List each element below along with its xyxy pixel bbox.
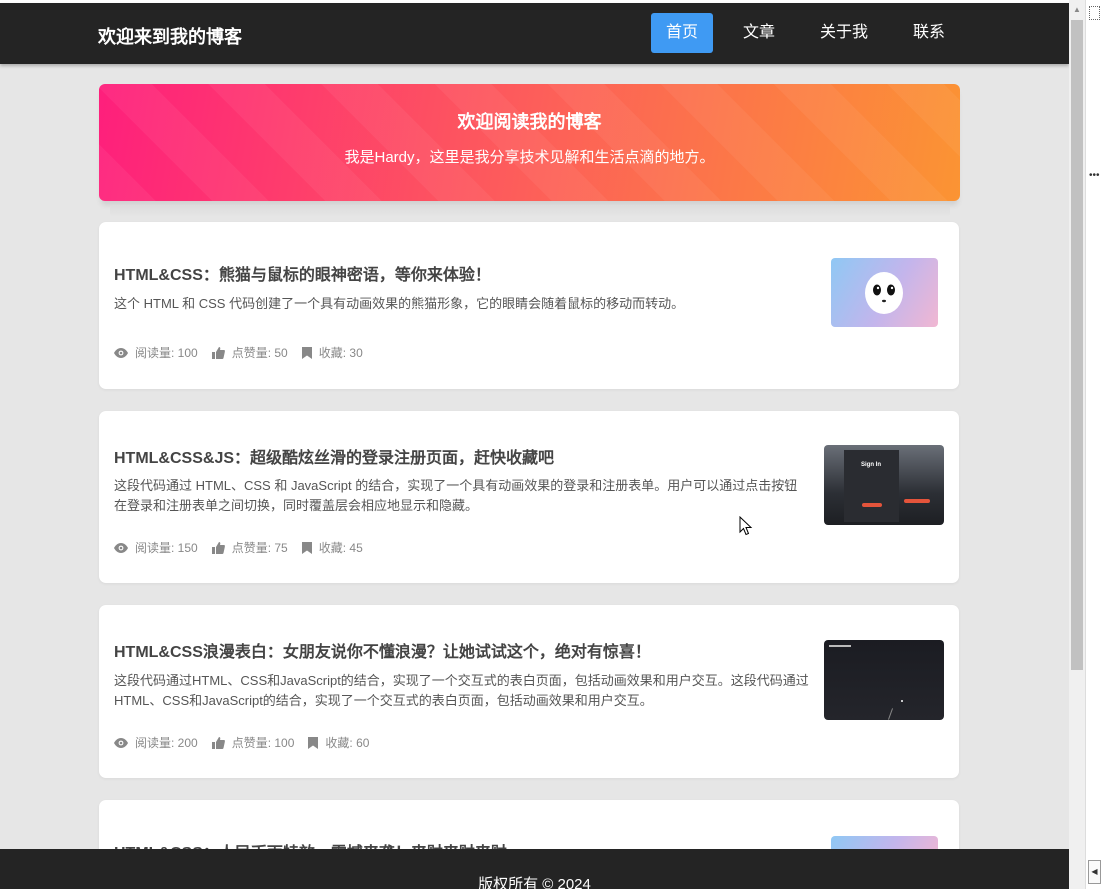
eye-icon — [114, 347, 128, 358]
copyright-text: 版权所有 © 2024 — [478, 876, 591, 889]
thumb-star — [901, 700, 903, 702]
likes-stat: 点赞量: 100 — [211, 734, 295, 751]
views-stat: 阅读量: 100 — [114, 344, 198, 361]
post-stats: 阅读量: 100 点赞量: 50 收藏: 30 — [114, 344, 377, 361]
thumb-text-line — [829, 645, 851, 647]
post-thumbnail[interactable] — [831, 258, 938, 327]
saves-stat: 收藏: 30 — [301, 344, 363, 361]
saves-count: 收藏: 60 — [325, 736, 370, 750]
thumb-sign-in-text: Sign In — [861, 462, 881, 468]
hero-title: 欢迎阅读我的博客 — [457, 112, 602, 132]
bookmark-icon — [308, 736, 319, 749]
scrollbar-thumb[interactable] — [1071, 20, 1083, 670]
post-description: 这个 HTML 和 CSS 代码创建了一个具有动画效果的熊猫形象，它的眼睛会随着… — [114, 296, 685, 311]
thumb-button — [862, 503, 882, 507]
more-options-icon[interactable]: ••• — [1089, 170, 1100, 181]
post-thumbnail[interactable]: Sign In — [824, 445, 944, 525]
vertical-scrollbar[interactable]: ▲ — [1069, 0, 1085, 889]
views-stat: 阅读量: 200 — [114, 734, 198, 751]
post-card[interactable]: HTML&CSS&JS：超级酷炫丝滑的登录注册页面，赶快收藏吧 这段代码通过 H… — [99, 411, 959, 583]
views-count: 阅读量: 100 — [135, 346, 198, 360]
mouse-cursor-icon — [739, 516, 753, 536]
nav-contact[interactable]: 联系 — [903, 13, 955, 53]
nav-home[interactable]: 首页 — [651, 13, 713, 53]
eye-icon — [114, 737, 128, 748]
saves-stat: 收藏: 60 — [308, 734, 369, 751]
nav-articles[interactable]: 文章 — [733, 13, 785, 53]
thumb-button — [904, 499, 930, 503]
saves-stat: 收藏: 45 — [301, 539, 363, 556]
post-thumbnail[interactable] — [824, 640, 944, 720]
scroll-up-arrow-icon[interactable]: ▲ — [1073, 5, 1081, 14]
eye-icon — [114, 542, 128, 553]
likes-count: 点赞量: 100 — [231, 736, 295, 750]
nav-about[interactable]: 关于我 — [810, 13, 878, 53]
navbar: 欢迎来到我的博客 首页 文章 关于我 联系 — [0, 3, 1069, 64]
likes-stat: 点赞量: 75 — [211, 539, 288, 556]
hero-subtitle: 我是Hardy，这里是我分享技术见解和生活点滴的地方。 — [344, 149, 715, 166]
panda-face-icon — [865, 272, 903, 314]
post-title[interactable]: HTML&CSS浪漫表白：女朋友说你不懂浪漫？让她试试这个，绝对有惊喜！ — [114, 638, 651, 662]
hero-banner: 欢迎阅读我的博客 我是Hardy，这里是我分享技术见解和生活点滴的地方。 — [99, 84, 960, 201]
bookmark-icon — [301, 541, 312, 554]
likes-count: 点赞量: 50 — [231, 346, 288, 360]
post-title[interactable]: HTML&CSS&JS：超级酷炫丝滑的登录注册页面，赶快收藏吧 — [114, 444, 554, 468]
post-card[interactable]: HTML&CSS浪漫表白：女朋友说你不懂浪漫？让她试试这个，绝对有惊喜！ 这段代… — [99, 605, 959, 778]
footer: 版权所有 © 2024 — [0, 849, 1069, 889]
login-form-panel — [844, 450, 899, 522]
post-stats: 阅读量: 150 点赞量: 75 收藏: 45 — [114, 539, 377, 556]
post-stats: 阅读量: 200 点赞量: 100 收藏: 60 — [114, 734, 383, 751]
thumbs-up-icon — [211, 736, 225, 749]
banner-shadow — [110, 205, 950, 217]
thumb-streak — [887, 708, 894, 720]
views-count: 阅读量: 200 — [135, 736, 198, 750]
likes-count: 点赞量: 75 — [231, 541, 288, 555]
panel-grip-icon[interactable] — [1089, 6, 1100, 20]
post-title[interactable]: HTML&CSS：熊猫与鼠标的眼神密语，等你来体验！ — [114, 261, 491, 285]
thumbs-up-icon — [211, 541, 225, 554]
post-card[interactable]: HTML&CSS：熊猫与鼠标的眼神密语，等你来体验！ 这个 HTML 和 CSS… — [99, 222, 959, 389]
saves-count: 收藏: 45 — [318, 541, 363, 555]
site-title: 欢迎来到我的博客 — [98, 27, 242, 47]
side-panel: ••• ◀ — [1085, 0, 1101, 889]
bookmark-icon — [301, 346, 312, 359]
likes-stat: 点赞量: 50 — [211, 344, 288, 361]
saves-count: 收藏: 30 — [318, 346, 363, 360]
post-description: 这段代码通过HTML、CSS和JavaScript的结合，实现了一个交互式的表白… — [114, 673, 809, 708]
thumbs-up-icon — [211, 346, 225, 359]
views-count: 阅读量: 150 — [135, 541, 198, 555]
views-stat: 阅读量: 150 — [114, 539, 198, 556]
collapse-arrow-icon[interactable]: ◀ — [1088, 860, 1101, 884]
post-description: 这段代码通过 HTML、CSS 和 JavaScript 的结合，实现了一个具有… — [114, 478, 798, 513]
